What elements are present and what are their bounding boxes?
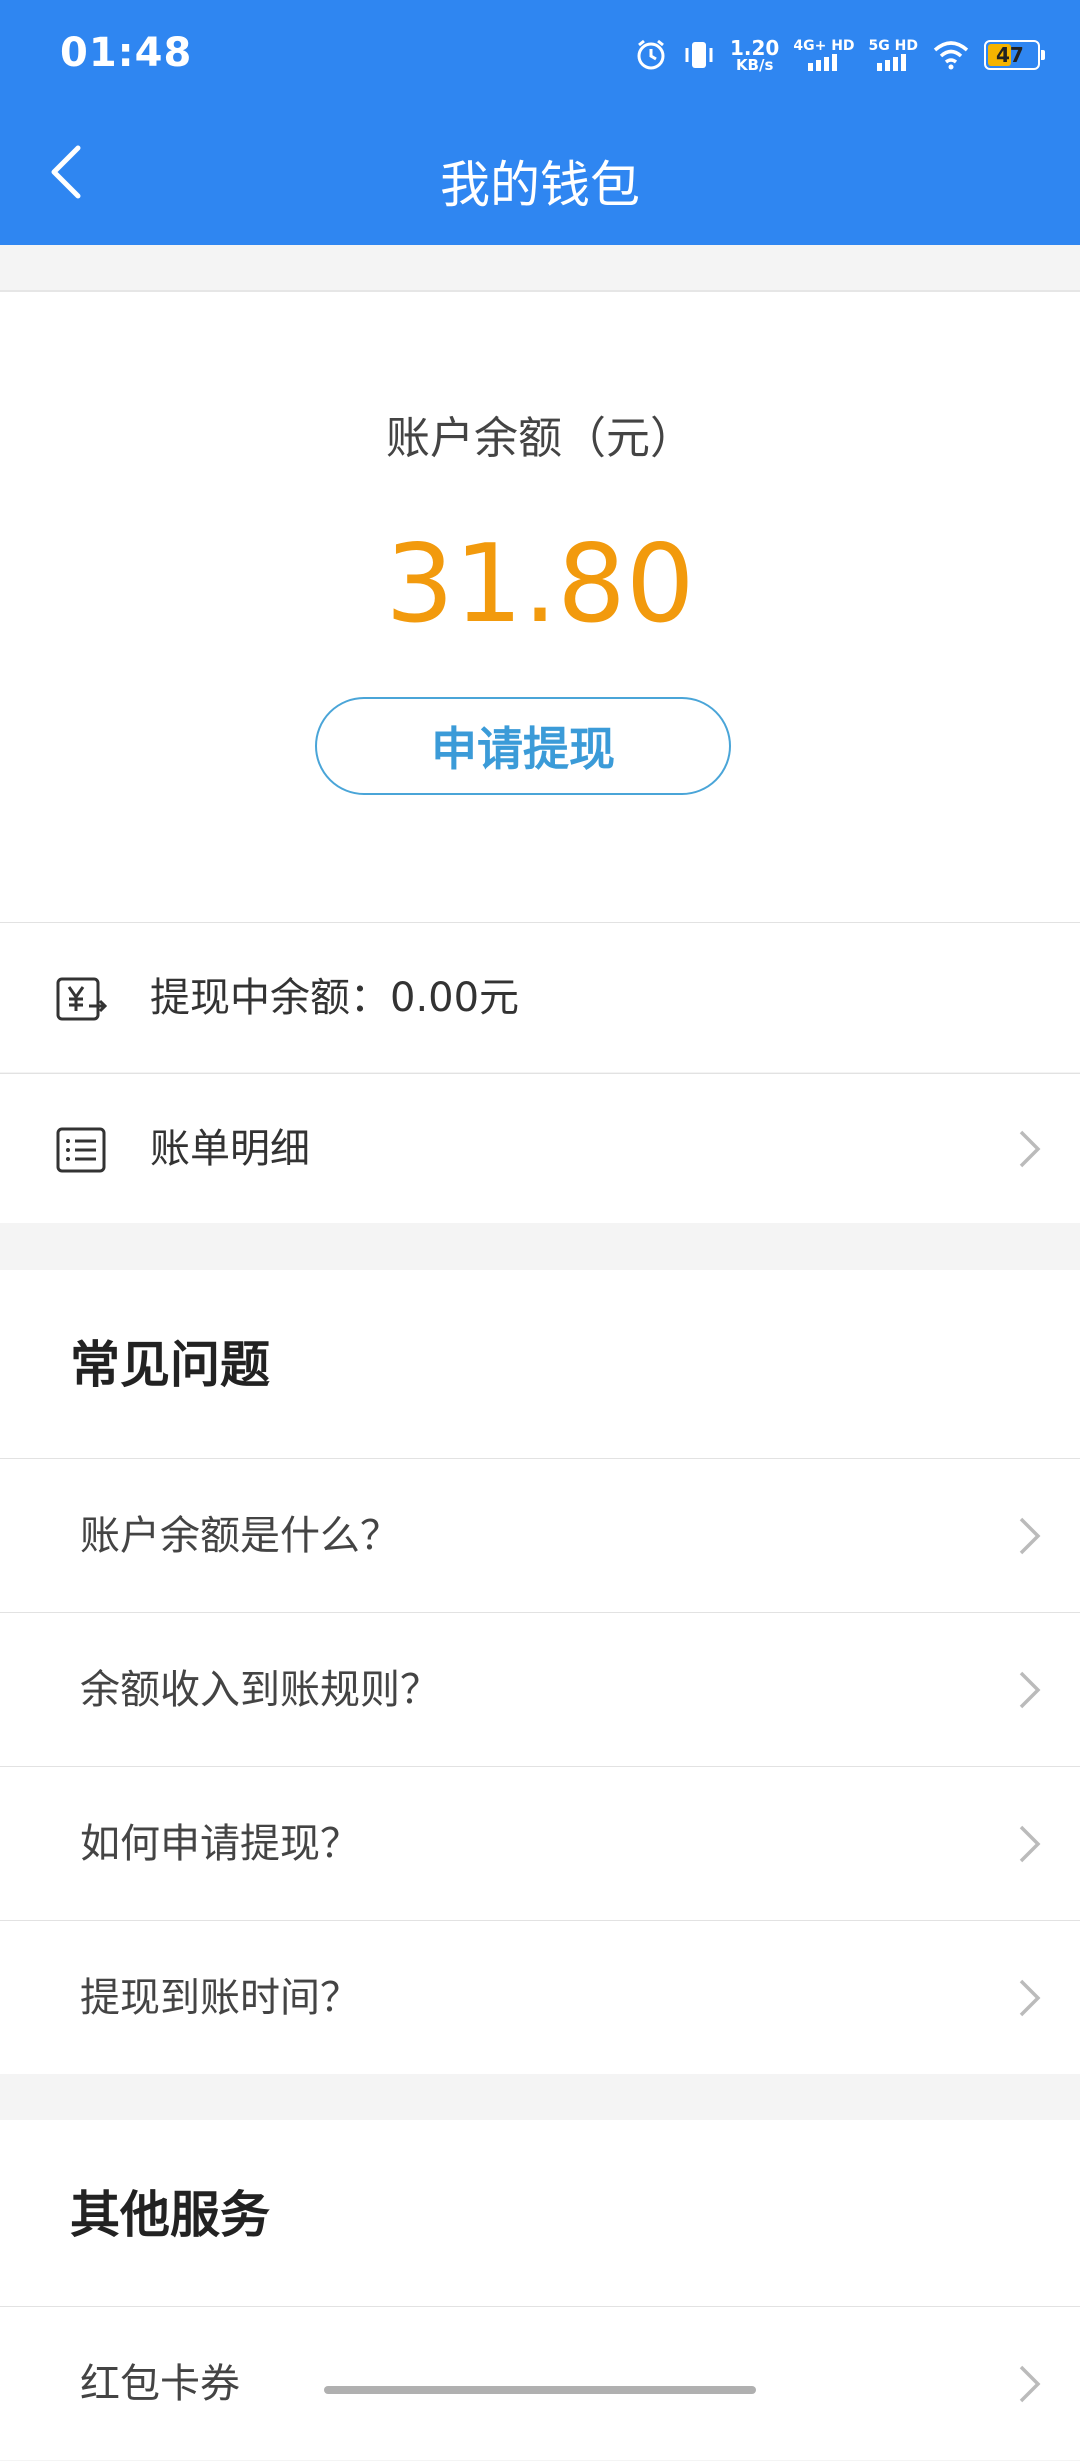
- bill-details-label: 账单明细: [150, 1126, 310, 1172]
- pending-withdrawal-row: 提现中余额：0.00元: [0, 922, 1080, 1072]
- sim1-label: 4G+ HD: [793, 38, 855, 54]
- status-bar: 01:48 1.20 KB/s 4G+ HD 5G HD 47: [0, 0, 1080, 110]
- other-service-label: 红包卡券: [80, 2361, 240, 2407]
- other-services-section: 其他服务: [0, 2120, 1080, 2308]
- sim2-signal: 5G HD: [869, 39, 918, 71]
- chevron-right-icon: [1019, 1130, 1041, 1168]
- network-speed: 1.20 KB/s: [730, 38, 779, 73]
- status-time: 01:48: [60, 30, 193, 76]
- signal-icon: [807, 54, 837, 71]
- chevron-right-icon: [1019, 1517, 1041, 1555]
- sim2-label: 5G HD: [868, 38, 918, 54]
- faq-item-label: 提现到账时间？: [80, 1975, 360, 2021]
- faq-item[interactable]: 账户余额是什么？: [0, 1458, 1080, 1612]
- balance-card: 账户余额（元） 31.80 申请提现: [0, 290, 1080, 924]
- pending-withdrawal-label: 提现中余额：0.00元: [150, 975, 520, 1021]
- sim1-signal: 4G+ HD: [793, 38, 855, 71]
- yuan-transfer-icon: [56, 977, 107, 1021]
- balance-label: 账户余额（元）: [386, 413, 694, 464]
- faq-section: 常见问题: [0, 1270, 1080, 1460]
- faq-item-label: 如何申请提现？: [80, 1821, 360, 1867]
- bill-details-row[interactable]: 账单明细: [0, 1073, 1080, 1223]
- withdraw-button[interactable]: 申请提现: [315, 697, 731, 795]
- faq-item[interactable]: 余额收入到账规则？: [0, 1612, 1080, 1766]
- speed-value: 1.20: [730, 35, 780, 60]
- faq-item-label: 账户余额是什么？: [80, 1513, 400, 1559]
- speed-unit: KB/s: [735, 55, 774, 74]
- chevron-right-icon: [1019, 1671, 1041, 1709]
- status-icons: 1.20 KB/s 4G+ HD 5G HD 47: [634, 30, 1045, 80]
- home-indicator[interactable]: [324, 2386, 756, 2394]
- faq-title: 常见问题: [70, 1336, 270, 1394]
- faq-item[interactable]: 提现到账时间？: [0, 1920, 1080, 2074]
- bill-list-icon: [56, 1127, 106, 1173]
- chevron-right-icon: [1019, 1979, 1041, 2017]
- balance-amount: 31.80: [385, 522, 695, 647]
- other-services-title: 其他服务: [70, 2186, 270, 2244]
- alarm-icon: [637, 39, 665, 70]
- wifi-icon: [933, 41, 969, 70]
- battery-icon: 47: [984, 40, 1045, 70]
- other-service-item[interactable]: 红包卡券: [0, 2306, 1080, 2460]
- vibrate-icon: [685, 42, 713, 68]
- battery-percent: 47: [996, 43, 1024, 67]
- page-title: 我的钱包: [440, 156, 640, 214]
- chevron-right-icon: [1019, 2365, 1041, 2403]
- faq-item[interactable]: 如何申请提现？: [0, 1766, 1080, 1920]
- chevron-right-icon: [1019, 1825, 1041, 1863]
- signal-icon: [877, 54, 907, 71]
- faq-item-label: 余额收入到账规则？: [80, 1667, 440, 1713]
